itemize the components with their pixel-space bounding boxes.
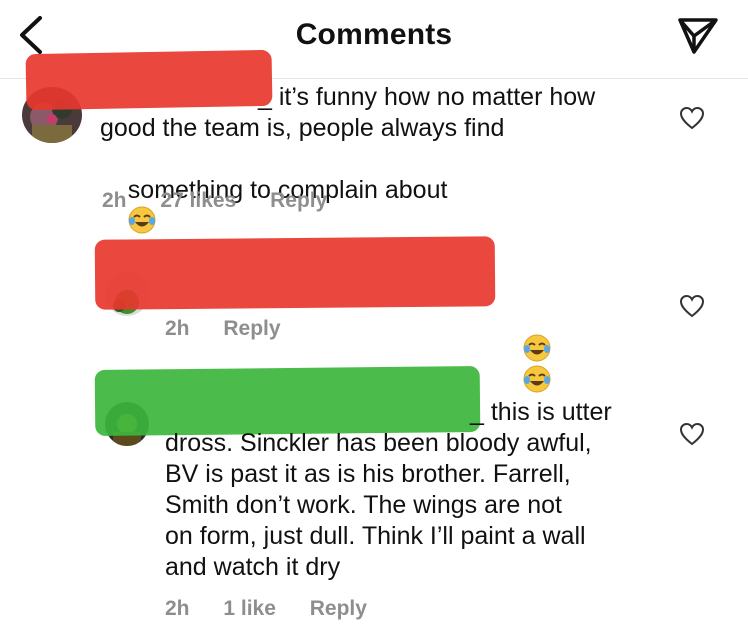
- comment-text-line: and watch it dry: [165, 553, 341, 581]
- likes-count[interactable]: 27 likes: [160, 189, 236, 212]
- face-with-tears-of-joy-icon: [523, 365, 551, 393]
- comment-time: 2h: [102, 189, 127, 212]
- like-button[interactable]: [679, 294, 705, 318]
- comment-text-line: good the team is, people always find: [100, 114, 505, 142]
- comment-text-line: BV is past it as is his brother. Farrell…: [165, 460, 571, 488]
- comment-text-line: Smith don’t work. The wings are not: [165, 491, 562, 519]
- comment-time: 2h: [165, 597, 190, 620]
- redaction-mark: [94, 365, 481, 437]
- reply-button[interactable]: Reply: [310, 597, 367, 620]
- redaction-mark: [25, 49, 273, 111]
- comment-meta: 2h 1 like Reply: [165, 597, 395, 621]
- face-with-tears-of-joy-icon: [523, 334, 551, 362]
- reply-button[interactable]: Reply: [270, 189, 327, 212]
- reply-button[interactable]: Reply: [223, 317, 280, 340]
- comment-meta: 2h Reply: [165, 317, 309, 341]
- redaction-mark: [94, 236, 496, 310]
- comment-time: 2h: [165, 317, 190, 340]
- heart-icon: [679, 106, 705, 130]
- share-button[interactable]: [674, 16, 722, 56]
- paper-plane-icon: [678, 18, 718, 54]
- comment-text-line: _ this is utter: [470, 398, 612, 426]
- heart-icon: [679, 294, 705, 318]
- comment-text-line: on form, just dull. Think I’ll paint a w…: [165, 522, 586, 550]
- comment-meta: 2h 27 likes Reply: [102, 189, 355, 213]
- heart-icon: [679, 422, 705, 446]
- page-title: Comments: [295, 18, 453, 51]
- comment-text-line: _ it’s funny how no matter how: [258, 83, 596, 111]
- comment-text-line: dross. Sinckler has been bloody awful,: [165, 429, 592, 457]
- like-button[interactable]: [679, 422, 705, 446]
- likes-count[interactable]: 1 like: [223, 597, 276, 620]
- like-button[interactable]: [679, 106, 705, 130]
